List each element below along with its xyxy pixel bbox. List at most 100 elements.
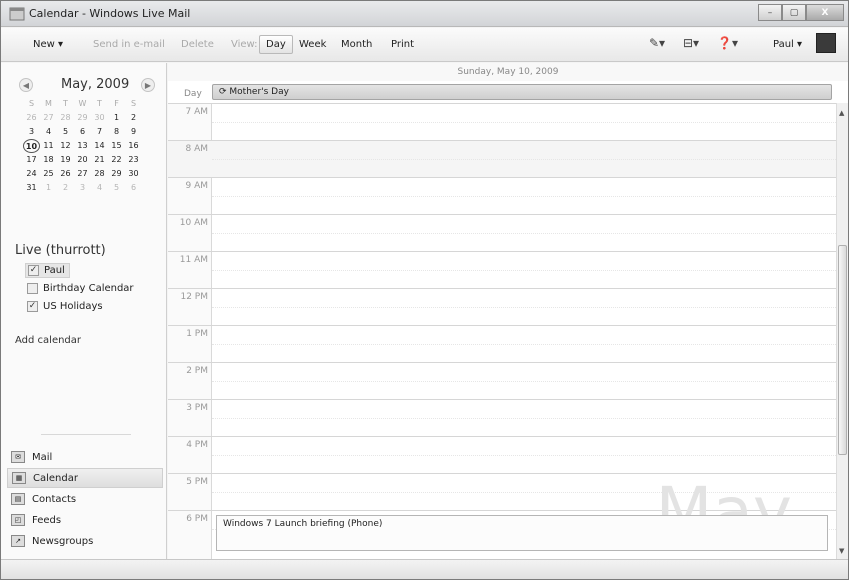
- nav-feeds[interactable]: ◰ Feeds: [7, 510, 163, 530]
- hour-row[interactable]: 9 AM: [168, 177, 836, 214]
- nav-mail[interactable]: ✉ Mail: [7, 447, 163, 467]
- mini-calendar-day[interactable]: 10: [23, 139, 40, 153]
- mini-calendar-day[interactable]: 26: [23, 111, 40, 125]
- prev-month-icon[interactable]: ◀: [19, 78, 33, 92]
- mini-calendar-day[interactable]: 4: [91, 181, 108, 195]
- mini-calendar-day[interactable]: 30: [91, 111, 108, 125]
- view-week-button[interactable]: Week: [299, 39, 326, 50]
- print-button[interactable]: Print: [391, 39, 414, 50]
- mini-calendar-day[interactable]: 21: [91, 153, 108, 167]
- help-icon[interactable]: ❓▾: [717, 36, 738, 50]
- calendar-toggle-paul[interactable]: ✓ Paul: [25, 263, 70, 278]
- mini-calendar-day[interactable]: 3: [74, 181, 91, 195]
- maximize-button[interactable]: ▢: [782, 4, 806, 21]
- vertical-scrollbar[interactable]: ▲ ▼: [836, 103, 848, 559]
- mini-calendar-day[interactable]: 25: [40, 167, 57, 181]
- delete-button[interactable]: Delete: [181, 39, 214, 50]
- mini-calendar-day[interactable]: 15: [108, 139, 125, 153]
- hour-row[interactable]: 8 AM: [168, 140, 836, 177]
- next-month-icon[interactable]: ▶: [141, 78, 155, 92]
- mini-calendar-day[interactable]: 20: [74, 153, 91, 167]
- mini-calendar-day[interactable]: 22: [108, 153, 125, 167]
- status-bar: [1, 559, 848, 579]
- add-calendar-link[interactable]: Add calendar: [15, 335, 81, 346]
- hour-row[interactable]: 7 AM: [168, 103, 836, 140]
- mini-calendar-day[interactable]: 23: [125, 153, 142, 167]
- view-day-button[interactable]: Day: [259, 35, 293, 54]
- mini-calendar-day[interactable]: 13: [74, 139, 91, 153]
- calendar-app-icon: [9, 7, 25, 21]
- mini-calendar-day[interactable]: 9: [125, 125, 142, 139]
- checkbox-checked-icon[interactable]: ✓: [28, 265, 39, 276]
- user-avatar[interactable]: [816, 33, 836, 53]
- checkbox-checked-icon[interactable]: ✓: [27, 301, 38, 312]
- nav-contacts[interactable]: ▤ Contacts: [7, 489, 163, 509]
- mini-calendar-day[interactable]: 3: [23, 125, 40, 139]
- mini-calendar-day[interactable]: 2: [57, 181, 74, 195]
- nav-calendar[interactable]: ▦ Calendar: [7, 468, 163, 488]
- view-month-button[interactable]: Month: [341, 39, 372, 50]
- mini-calendar-day[interactable]: 8: [108, 125, 125, 139]
- scroll-down-icon[interactable]: ▼: [839, 547, 844, 555]
- mini-calendar-day[interactable]: 19: [57, 153, 74, 167]
- mini-calendar-day[interactable]: 26: [57, 167, 74, 181]
- mini-calendar-day[interactable]: 5: [57, 125, 74, 139]
- mini-calendar-day[interactable]: 16: [125, 139, 142, 153]
- calendar-event[interactable]: Windows 7 Launch briefing (Phone): [216, 515, 828, 551]
- mini-calendar-day[interactable]: 4: [40, 125, 57, 139]
- mini-calendar-day[interactable]: 14: [91, 139, 108, 153]
- close-button[interactable]: X: [806, 4, 844, 21]
- hour-label: 5 PM: [186, 477, 208, 487]
- mini-calendar-day[interactable]: 2: [125, 111, 142, 125]
- calendar-toggle-birthday[interactable]: Birthday Calendar: [27, 283, 134, 294]
- mini-calendar-day[interactable]: 6: [74, 125, 91, 139]
- calendar-toggle-us-holidays[interactable]: ✓ US Holidays: [27, 301, 103, 312]
- minimize-button[interactable]: –: [758, 4, 782, 21]
- mini-calendar-day[interactable]: 29: [108, 167, 125, 181]
- weekday-header: W: [78, 99, 87, 108]
- scrollbar-thumb[interactable]: [838, 245, 847, 455]
- mini-calendar-day[interactable]: 30: [125, 167, 142, 181]
- sidebar: ◀ May, 2009 ▶ S M T W T F S 26 27 28 29 30 1 2 3 4 5 6 7 8 9…: [1, 63, 167, 559]
- mini-calendar-day[interactable]: 27: [74, 167, 91, 181]
- mini-calendar-day[interactable]: 18: [40, 153, 57, 167]
- nav-label: Feeds: [32, 514, 62, 526]
- new-button[interactable]: New ▾: [33, 39, 63, 50]
- hour-row[interactable]: 1 PM: [168, 325, 836, 362]
- mini-calendar-day[interactable]: 12: [57, 139, 74, 153]
- allday-label: Day: [184, 89, 202, 99]
- mini-calendar-grid: S M T W T F S 26 27 28 29 30 1 2 3 4 5 6 7 8 9 10 11 12 13 14 15 16…: [23, 97, 161, 195]
- mini-calendar-day[interactable]: 5: [108, 181, 125, 195]
- allday-event[interactable]: ⟳ Mother's Day: [212, 84, 832, 100]
- hour-row[interactable]: 12 PM: [168, 288, 836, 325]
- scroll-up-icon[interactable]: ▲: [839, 109, 844, 117]
- mini-calendar-day[interactable]: 28: [57, 111, 74, 125]
- mini-calendar-day[interactable]: 31: [23, 181, 40, 195]
- mini-calendar-day[interactable]: 1: [108, 111, 125, 125]
- user-menu[interactable]: Paul ▾: [773, 39, 802, 50]
- layout-icon[interactable]: ⊟▾: [683, 36, 699, 50]
- hour-grid[interactable]: 7 AM 8 AM 9 AM 10 AM 11 AM 12 PM 1 PM 2 PM 3 PM 4…: [168, 103, 836, 559]
- hour-row[interactable]: 2 PM: [168, 362, 836, 399]
- hour-row[interactable]: 10 AM: [168, 214, 836, 251]
- mini-calendar-day[interactable]: 27: [40, 111, 57, 125]
- send-email-button[interactable]: Send in e-mail: [93, 39, 165, 50]
- mini-calendar-day[interactable]: 28: [91, 167, 108, 181]
- hour-row[interactable]: 4 PM: [168, 436, 836, 473]
- mini-calendar-day[interactable]: 11: [40, 139, 57, 153]
- mini-calendar-day[interactable]: 7: [91, 125, 108, 139]
- calendar-label: Birthday Calendar: [43, 283, 134, 294]
- color-pen-icon[interactable]: ✎▾: [649, 36, 665, 50]
- half-hour-line: [212, 159, 836, 160]
- mini-calendar-day[interactable]: 6: [125, 181, 142, 195]
- mini-calendar-day[interactable]: 17: [23, 153, 40, 167]
- hour-row[interactable]: 3 PM: [168, 399, 836, 436]
- checkbox-unchecked-icon[interactable]: [27, 283, 38, 294]
- mini-calendar-day[interactable]: 24: [23, 167, 40, 181]
- new-label: New: [33, 39, 55, 50]
- nav-newsgroups[interactable]: ↗ Newsgroups: [7, 531, 163, 551]
- hour-row[interactable]: 11 AM: [168, 251, 836, 288]
- mini-calendar-day[interactable]: 29: [74, 111, 91, 125]
- half-hour-line: [212, 307, 836, 308]
- mini-calendar-day[interactable]: 1: [40, 181, 57, 195]
